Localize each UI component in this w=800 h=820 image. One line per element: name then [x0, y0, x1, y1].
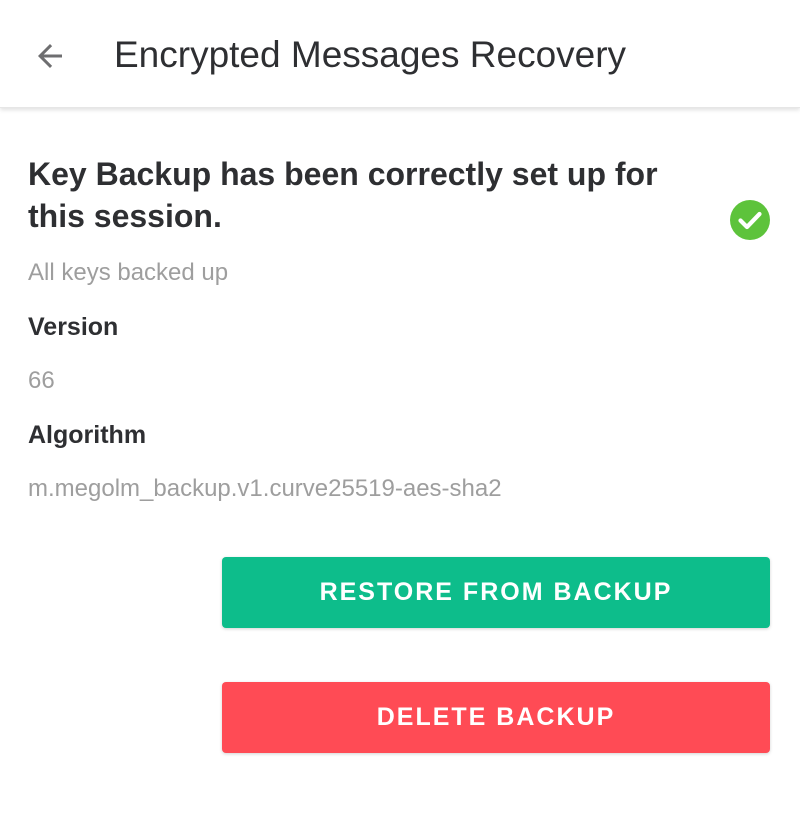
algorithm-label: Algorithm	[28, 421, 147, 449]
version-value: 66	[28, 367, 55, 394]
algorithm-value: m.megolm_backup.v1.curve25519-aes-sha2	[28, 475, 502, 502]
app-toolbar: Encrypted Messages Recovery	[0, 0, 800, 108]
delete-backup-button[interactable]: DELETE BACKUP	[222, 682, 770, 753]
backup-status-heading: Key Backup has been correctly set up for…	[28, 156, 658, 234]
restore-button-label: RESTORE FROM BACKUP	[319, 578, 673, 606]
back-button[interactable]	[22, 28, 78, 84]
restore-from-backup-button[interactable]: RESTORE FROM BACKUP	[222, 557, 770, 628]
page-title: Encrypted Messages Recovery	[114, 34, 627, 75]
backup-status-subtext: All keys backed up	[28, 259, 229, 286]
arrow-back-icon	[38, 44, 62, 68]
version-label: Version	[28, 313, 119, 341]
delete-button-label: DELETE BACKUP	[376, 703, 616, 731]
check-circle-icon	[730, 200, 770, 240]
